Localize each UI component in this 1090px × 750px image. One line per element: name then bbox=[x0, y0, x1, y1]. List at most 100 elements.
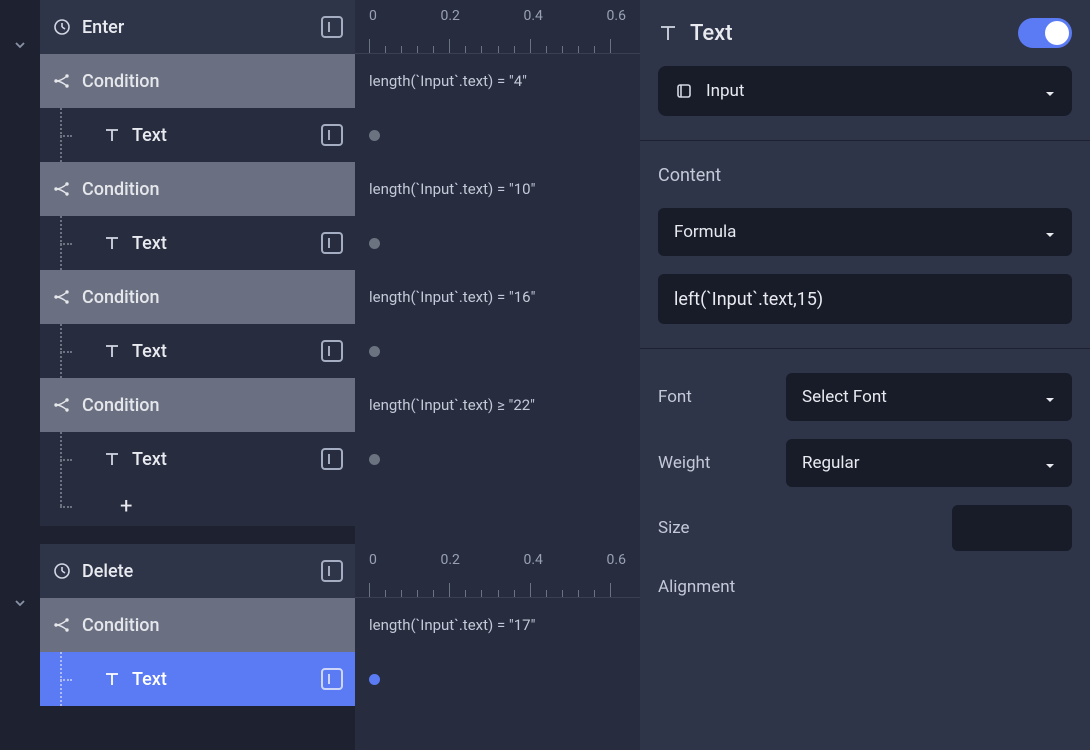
tree-text-row-selected[interactable]: Text bbox=[40, 652, 355, 706]
weight-select[interactable]: Regular bbox=[786, 439, 1072, 487]
square-button[interactable] bbox=[321, 232, 343, 254]
tree-text-row[interactable]: Text bbox=[40, 108, 355, 162]
tree-header-enter[interactable]: Enter bbox=[40, 0, 355, 54]
ruler-tick-label: 0 bbox=[369, 8, 377, 24]
branch-icon bbox=[52, 615, 72, 635]
tree-indent bbox=[52, 432, 92, 486]
content-formula-value: left(`Input`.text,15) bbox=[674, 289, 823, 310]
timeline-keyframe[interactable] bbox=[355, 652, 640, 706]
timeline-keyframe[interactable] bbox=[355, 432, 640, 486]
content-type-select[interactable]: Formula bbox=[658, 208, 1072, 256]
timeline-ruler[interactable]: 0 0.2 0.4 0.6 bbox=[355, 544, 640, 598]
tree-indent bbox=[52, 652, 92, 706]
font-label: Font bbox=[658, 387, 768, 407]
tree-text-row[interactable]: Text bbox=[40, 216, 355, 270]
tree-header-label: Enter bbox=[82, 17, 311, 38]
timeline-keyframe[interactable] bbox=[355, 324, 640, 378]
branch-icon bbox=[52, 71, 72, 91]
font-select-value: Select Font bbox=[802, 387, 1044, 407]
branch-icon bbox=[52, 179, 72, 199]
tree-text-label: Text bbox=[132, 125, 311, 146]
size-input[interactable] bbox=[952, 505, 1072, 551]
chevron-down-icon bbox=[1044, 457, 1056, 469]
tree-condition-label: Condition bbox=[82, 71, 343, 92]
timeline-panel: 0 0.2 0.4 0.6 length(`Input`.text) = "4"… bbox=[355, 0, 640, 750]
chevron-down-icon bbox=[1044, 226, 1056, 238]
tree-indent bbox=[52, 108, 92, 162]
keyframe-dot[interactable] bbox=[369, 454, 380, 465]
text-icon bbox=[102, 341, 122, 361]
tree-text-label: Text bbox=[132, 233, 311, 254]
inspector-title: Text bbox=[690, 21, 1006, 46]
text-icon bbox=[102, 669, 122, 689]
timeline-ruler[interactable]: 0 0.2 0.4 0.6 bbox=[355, 0, 640, 54]
tree-header-delete[interactable]: Delete bbox=[40, 544, 355, 598]
tree-text-row[interactable]: Text bbox=[40, 324, 355, 378]
expand-arrow-1[interactable] bbox=[0, 18, 40, 72]
square-button[interactable] bbox=[321, 668, 343, 690]
weight-label: Weight bbox=[658, 453, 768, 473]
size-label: Size bbox=[658, 518, 768, 538]
weight-select-value: Regular bbox=[802, 453, 1044, 473]
ruler-tick-label: 0.6 bbox=[607, 552, 626, 568]
square-button[interactable] bbox=[321, 560, 343, 582]
branch-icon bbox=[52, 395, 72, 415]
target-select-label: Input bbox=[706, 81, 1032, 101]
tree-indent bbox=[52, 216, 92, 270]
clock-icon bbox=[52, 17, 72, 37]
content-formula-input[interactable]: left(`Input`.text,15) bbox=[658, 274, 1072, 324]
timeline-formula: length(`Input`.text) = "4" bbox=[355, 54, 640, 108]
content-type-label: Formula bbox=[674, 222, 1044, 242]
expand-arrow-2[interactable] bbox=[0, 576, 40, 630]
tree-condition-label: Condition bbox=[82, 395, 343, 416]
layer-icon bbox=[674, 81, 694, 101]
ruler-tick-label: 0.2 bbox=[440, 552, 459, 568]
tree-condition-label: Condition bbox=[82, 179, 343, 200]
tree-condition-label: Condition bbox=[82, 287, 343, 308]
tree-indent bbox=[52, 486, 92, 526]
text-icon bbox=[102, 125, 122, 145]
inspector-panel: Text Input Content Formula left(`Input`.… bbox=[640, 0, 1090, 750]
text-icon bbox=[102, 233, 122, 253]
tree-text-label: Text bbox=[132, 341, 311, 362]
tree-condition-row[interactable]: Condition bbox=[40, 54, 355, 108]
target-select[interactable]: Input bbox=[658, 66, 1072, 116]
enabled-toggle[interactable] bbox=[1018, 18, 1072, 48]
plus-icon: + bbox=[120, 494, 132, 519]
tree-text-row[interactable]: Text bbox=[40, 432, 355, 486]
keyframe-dot-active[interactable] bbox=[369, 674, 380, 685]
chevron-down-icon bbox=[1044, 85, 1056, 97]
square-button[interactable] bbox=[321, 124, 343, 146]
ruler-tick-label: 0.4 bbox=[524, 8, 543, 24]
alignment-label: Alignment bbox=[658, 577, 1072, 597]
keyframe-dot[interactable] bbox=[369, 238, 380, 249]
ruler-tick-label: 0 bbox=[369, 552, 377, 568]
timeline-keyframe[interactable] bbox=[355, 108, 640, 162]
clock-icon bbox=[52, 561, 72, 581]
square-button[interactable] bbox=[321, 448, 343, 470]
tree-text-label: Text bbox=[132, 669, 311, 690]
tree-panel: Enter Condition Text Condition Text bbox=[40, 0, 355, 750]
timeline-formula: length(`Input`.text) = "16" bbox=[355, 270, 640, 324]
font-select[interactable]: Select Font bbox=[786, 373, 1072, 421]
chevron-down-icon bbox=[1044, 391, 1056, 403]
tree-condition-row[interactable]: Condition bbox=[40, 378, 355, 432]
keyframe-dot[interactable] bbox=[369, 130, 380, 141]
tree-add-row[interactable]: + bbox=[40, 486, 355, 526]
tree-condition-row[interactable]: Condition bbox=[40, 162, 355, 216]
keyframe-dot[interactable] bbox=[369, 346, 380, 357]
tree-indent bbox=[52, 324, 92, 378]
tree-condition-label: Condition bbox=[82, 615, 343, 636]
tree-condition-row[interactable]: Condition bbox=[40, 598, 355, 652]
branch-icon bbox=[52, 287, 72, 307]
timeline-empty bbox=[355, 486, 640, 526]
tree-header-label: Delete bbox=[82, 561, 311, 582]
timeline-formula: length(`Input`.text) ≥ "22" bbox=[355, 378, 640, 432]
timeline-keyframe[interactable] bbox=[355, 216, 640, 270]
square-button[interactable] bbox=[321, 16, 343, 38]
timeline-formula: length(`Input`.text) = "10" bbox=[355, 162, 640, 216]
ruler-tick-label: 0.6 bbox=[607, 8, 626, 24]
text-icon bbox=[102, 449, 122, 469]
square-button[interactable] bbox=[321, 340, 343, 362]
tree-condition-row[interactable]: Condition bbox=[40, 270, 355, 324]
